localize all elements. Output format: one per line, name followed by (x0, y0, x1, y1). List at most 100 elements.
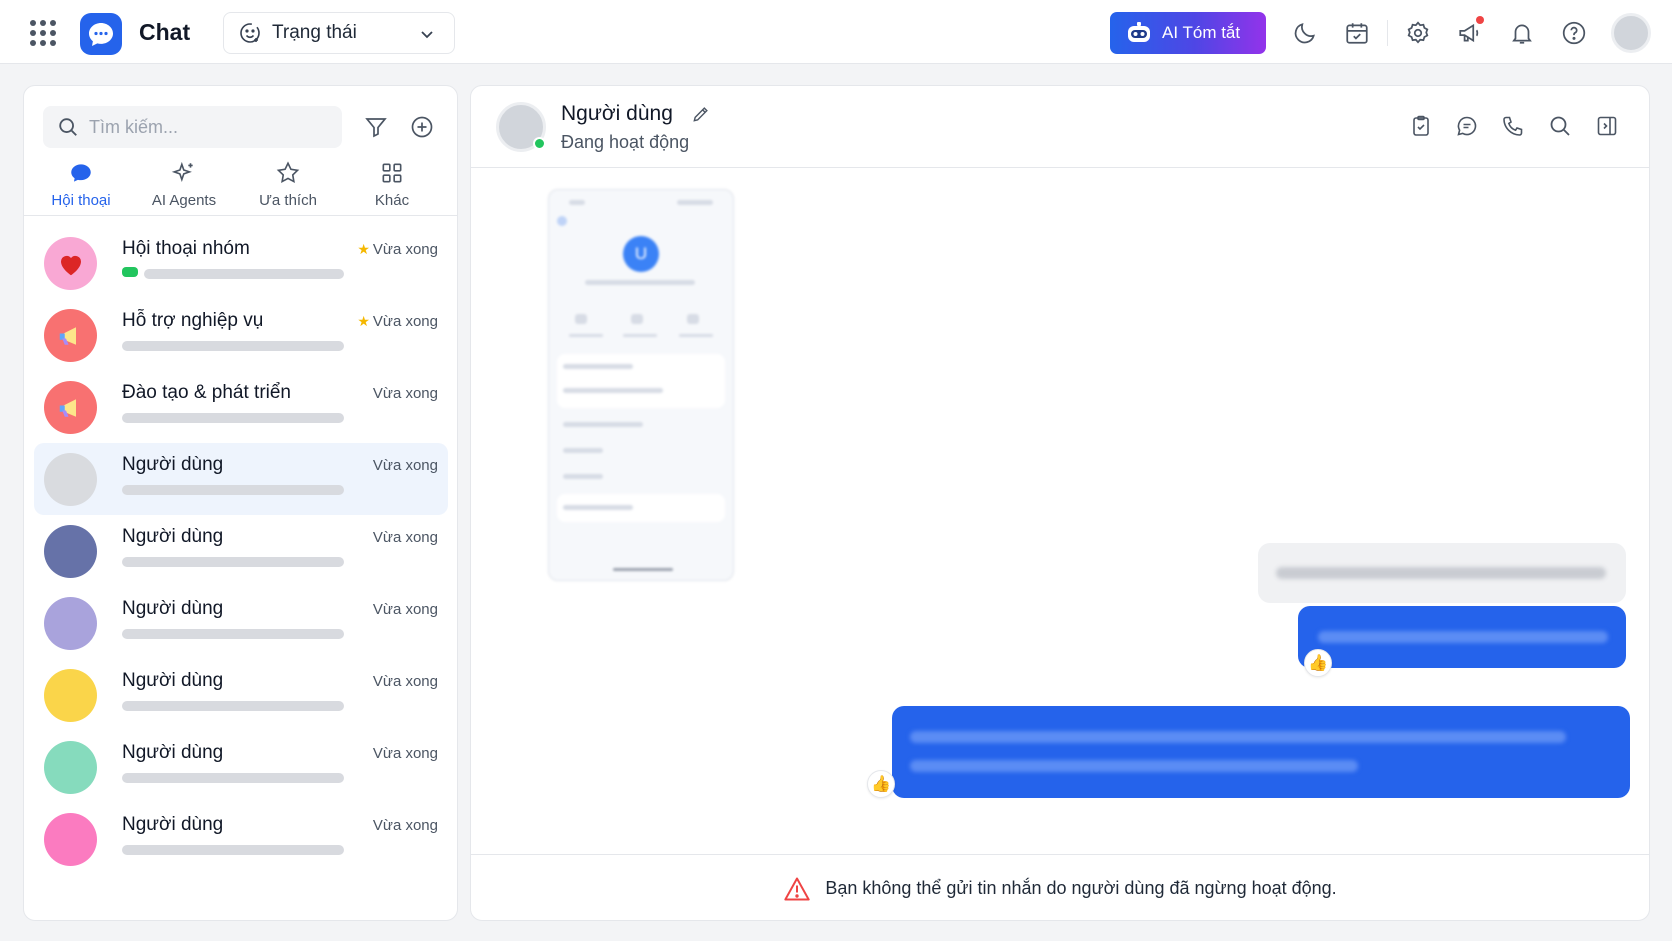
status-select-label: Trạng thái (272, 22, 357, 43)
message-preview (122, 485, 344, 495)
tab-label: Ưa thích (259, 192, 317, 209)
outgoing-message-bubble[interactable] (892, 706, 1630, 798)
outgoing-message-bubble[interactable] (1298, 606, 1626, 668)
thumbs-up-reaction-icon[interactable]: 👍 (867, 770, 895, 798)
conversation-time: Vừa xong (372, 529, 438, 546)
tab-favorites[interactable]: Ưa thích (236, 160, 340, 216)
conversation-name: Người dùng (122, 742, 224, 763)
blurred-text (910, 760, 1358, 772)
conversation-time: Vừa xong (372, 673, 438, 690)
status-tag (122, 267, 138, 277)
conversation-name: Hỗ trợ nghiệp vụ (122, 310, 264, 331)
message-preview (122, 701, 344, 711)
tab-label: Hội thoại (51, 192, 111, 209)
conversation-item[interactable]: Đào tạo & phát triển Vừa xong (34, 371, 448, 443)
chevron-down-icon (421, 31, 433, 39)
robot-icon (1128, 22, 1150, 42)
tab-other[interactable]: Khác (340, 160, 444, 216)
add-conversation-icon[interactable] (407, 112, 437, 142)
message-icon[interactable] (1452, 111, 1482, 141)
chat-logo-icon (80, 13, 122, 55)
conversation-name: Người dùng (122, 670, 224, 691)
thumbs-up-reaction-icon[interactable]: 👍 (1304, 649, 1332, 677)
message-area: U 👍 👍 (471, 169, 1649, 837)
conversation-item[interactable]: Hội thoại nhóm ★ Vừa xong (34, 227, 448, 299)
conversation-name: Đào tạo & phát triển (122, 382, 291, 403)
message-preview (122, 341, 344, 351)
star-icon (276, 161, 300, 184)
sidebar-tabs: Hội thoại AI Agents Ưa thích Khác (24, 160, 457, 216)
tab-label: AI Agents (151, 192, 217, 209)
online-status-dot (533, 137, 546, 150)
calendar-icon[interactable] (1342, 18, 1372, 48)
grid-icon (382, 163, 402, 183)
pencil-icon[interactable] (689, 102, 713, 126)
image-message[interactable]: U (548, 189, 734, 581)
user-avatar (44, 669, 97, 722)
tab-conversations[interactable]: Hội thoại (29, 160, 133, 216)
app-launcher-icon[interactable] (30, 20, 56, 46)
user-avatar (44, 813, 97, 866)
search-input[interactable] (89, 116, 319, 138)
gear-icon[interactable] (1403, 18, 1433, 48)
divider (1387, 20, 1388, 46)
user-avatar[interactable] (1611, 13, 1651, 53)
user-avatar (44, 741, 97, 794)
help-icon[interactable] (1559, 18, 1589, 48)
group-heart-avatar (44, 237, 97, 290)
blurred-text (910, 731, 1566, 743)
disabled-message-text: Bạn không thể gửi tin nhắn do người dùng… (825, 878, 1337, 898)
conversation-name: Người dùng (122, 454, 224, 475)
megaphone-icon[interactable] (1455, 16, 1485, 48)
conversation-time: Vừa xong (372, 385, 438, 402)
conversation-item[interactable]: Hỗ trợ nghiệp vụ ★ Vừa xong (34, 299, 448, 371)
ai-summary-button[interactable]: AI Tóm tắt (1110, 12, 1266, 54)
conversation-item[interactable]: Người dùng Vừa xong (34, 659, 448, 731)
moon-icon[interactable] (1290, 18, 1320, 48)
search-icon (59, 118, 77, 136)
status-smile-icon (240, 23, 260, 43)
side-panel-toggle-icon[interactable] (1592, 111, 1622, 141)
conversation-time: Vừa xong (372, 457, 438, 474)
message-preview (122, 557, 344, 567)
incoming-message-bubble[interactable] (1258, 543, 1626, 603)
megaphone-avatar (44, 381, 97, 434)
composer-disabled-notice: Bạn không thể gửi tin nhắn do người dùng… (471, 854, 1649, 920)
tab-ai-agents[interactable]: AI Agents (132, 160, 236, 216)
conversation-time: Vừa xong (372, 601, 438, 618)
status-select[interactable]: Trạng thái (223, 12, 455, 54)
chat-header: Người dùng Đang hoạt động (471, 86, 1649, 168)
top-bar: Chat Trạng thái AI Tóm tắt (0, 0, 1672, 64)
chat-panel: Người dùng Đang hoạt động U 👍 👍 Bạn khôn… (470, 85, 1650, 921)
blurred-text (1318, 631, 1608, 643)
message-preview (144, 269, 344, 279)
message-preview (122, 413, 344, 423)
conversation-item-active[interactable]: Người dùng Vừa xong (34, 443, 448, 515)
search-icon[interactable] (1545, 111, 1575, 141)
chat-user-name: Người dùng (561, 102, 673, 125)
conversation-time: ★ Vừa xong (357, 313, 438, 330)
message-preview (122, 773, 344, 783)
conversation-item[interactable]: Người dùng Vừa xong (34, 515, 448, 587)
star-icon: ★ (357, 313, 370, 329)
star-icon: ★ (357, 241, 370, 257)
conversation-item[interactable]: Người dùng Vừa xong (34, 731, 448, 803)
task-clipboard-icon[interactable] (1406, 111, 1436, 141)
conversation-name: Người dùng (122, 598, 224, 619)
conversation-name: Người dùng (122, 526, 224, 547)
user-avatar (44, 525, 97, 578)
phone-icon[interactable] (1498, 111, 1528, 141)
filter-icon[interactable] (361, 112, 391, 142)
bell-icon[interactable] (1507, 18, 1537, 48)
conversation-item[interactable]: Người dùng Vừa xong (34, 587, 448, 659)
user-avatar (44, 597, 97, 650)
search-box[interactable] (43, 106, 342, 148)
megaphone-avatar (44, 309, 97, 362)
tab-label: Khác (374, 192, 410, 209)
conversation-item[interactable]: Người dùng Vừa xong (34, 803, 448, 875)
ai-summary-label: AI Tóm tắt (1162, 23, 1241, 42)
user-avatar (44, 453, 97, 506)
conversation-time: Vừa xong (372, 817, 438, 834)
conversation-sidebar: Hội thoại AI Agents Ưa thích Khác Hội th… (23, 85, 458, 921)
conversation-name: Hội thoại nhóm (122, 238, 250, 259)
